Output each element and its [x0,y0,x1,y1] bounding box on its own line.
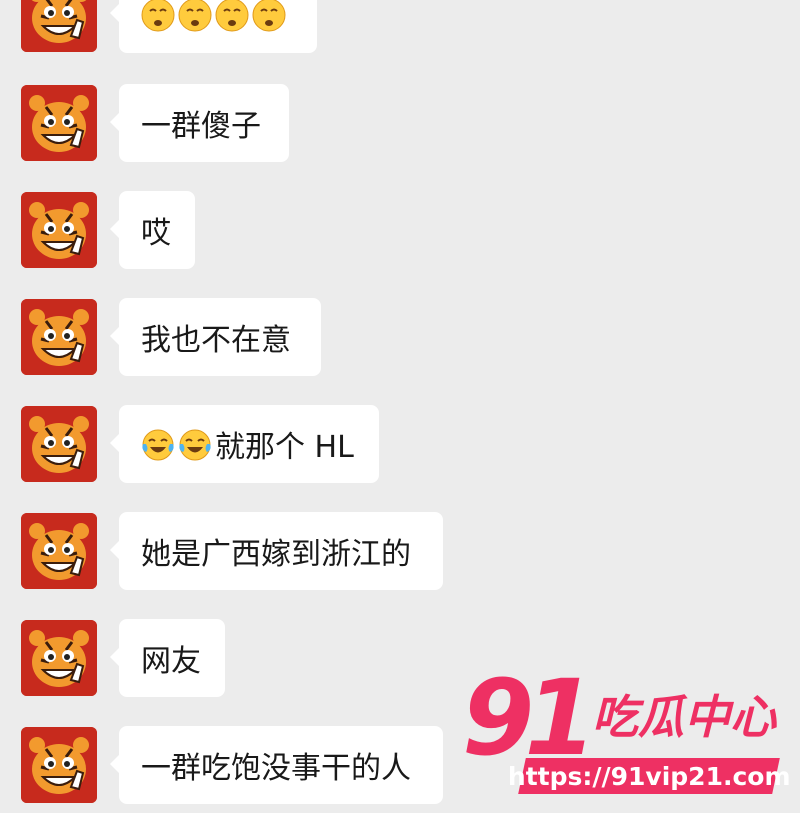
avatar[interactable] [21,406,97,482]
avatar[interactable] [21,192,97,268]
avatar[interactable] [21,727,97,803]
tiger-avatar-icon [21,727,97,803]
watermark: 91 吃瓜中心 https://91vip21.com [462,666,790,802]
tiger-avatar-icon [21,192,97,268]
tiger-avatar-icon [21,299,97,375]
tiger-avatar-icon [21,406,97,482]
avatar[interactable] [21,620,97,696]
chat-message: 她是广西嫁到浙江的 [0,512,800,592]
watermark-title: 吃瓜中心 [592,690,776,744]
message-text: 她是广西嫁到浙江的 [141,537,411,572]
chat-message: 一群傻子 [0,84,800,164]
shush-face-icon [252,0,286,32]
avatar[interactable] [21,0,97,52]
emoji-tears-of-joy [178,426,215,462]
message-text: 网友 [141,644,201,679]
tiger-avatar-icon [21,620,97,696]
watermark-number: 91 [462,657,597,779]
tears-of-joy-icon [179,429,211,461]
message-bubble[interactable]: 我也不在意 [110,298,321,376]
message-bubble[interactable]: 她是广西嫁到浙江的 [110,512,443,590]
watermark-url: https://91vip21.com [507,761,791,791]
message-bubble[interactable]: 就那个 HL [110,405,379,483]
emoji-shush-face [215,0,252,32]
chat-message: 哎 [0,191,800,271]
shush-face-icon [178,0,212,32]
emoji-shush-face [252,0,289,32]
message-text: 就那个 HL [215,430,354,465]
message-text: 我也不在意 [141,323,291,358]
chat-message [0,0,800,55]
message-bubble[interactable] [110,0,317,53]
tears-of-joy-icon [142,429,174,461]
shush-face-icon [141,0,175,32]
tiger-avatar-icon [21,513,97,589]
emoji-shush-face [141,0,178,32]
avatar[interactable] [21,513,97,589]
shush-face-icon [215,0,249,32]
chat-message: 我也不在意 [0,298,800,378]
message-bubble[interactable]: 网友 [110,619,225,697]
message-text: 哎 [141,216,171,251]
avatar[interactable] [21,299,97,375]
tiger-avatar-icon [21,0,97,52]
message-text: 一群傻子 [141,109,261,144]
message-bubble[interactable]: 一群吃饱没事干的人 [110,726,443,804]
message-bubble[interactable]: 哎 [110,191,195,269]
emoji-tears-of-joy [141,426,178,462]
tiger-avatar-icon [21,85,97,161]
message-text: 一群吃饱没事干的人 [141,751,411,786]
avatar[interactable] [21,85,97,161]
watermark-url-banner: https://91vip21.com [508,758,790,794]
emoji-shush-face [178,0,215,32]
chat-message: 就那个 HL [0,405,800,485]
message-bubble[interactable]: 一群傻子 [110,84,289,162]
